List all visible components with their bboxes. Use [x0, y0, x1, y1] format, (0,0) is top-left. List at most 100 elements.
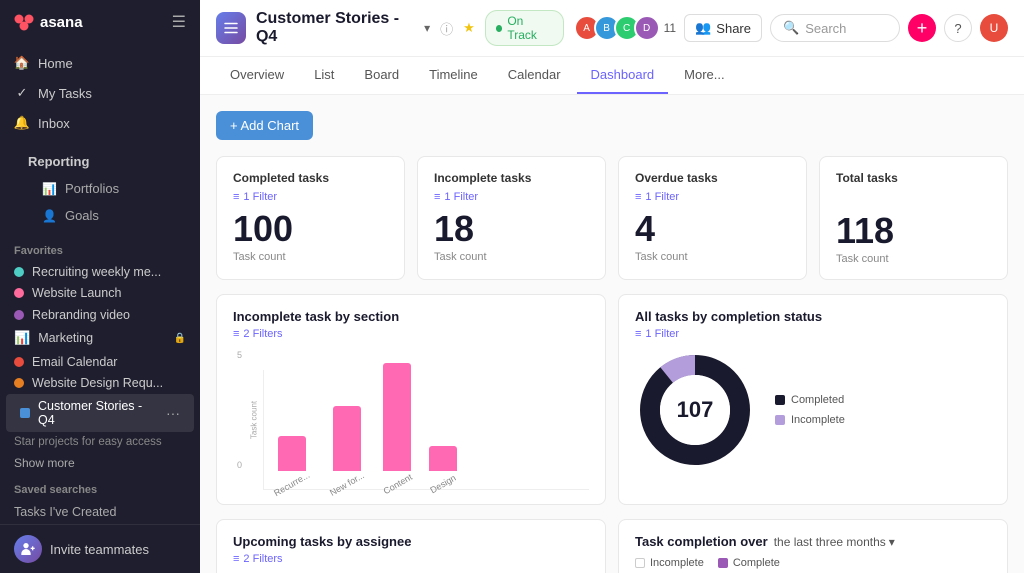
portfolios-icon: 📊	[42, 182, 57, 196]
bar-content-bar	[383, 363, 411, 471]
sidebar-item-website-launch[interactable]: Website Launch	[0, 282, 200, 303]
main-content: Customer Stories - Q4 ▾ ⓘ ★ On Track A B…	[200, 0, 1024, 573]
stat-incomplete-filter[interactable]: ≡ 1 Filter	[434, 191, 589, 203]
stat-incomplete-title: Incomplete tasks	[434, 171, 589, 185]
avatar-4: D	[634, 15, 660, 41]
bar-design-label: Design	[428, 473, 457, 496]
hamburger-project-icon	[222, 19, 240, 37]
y-axis-label: Task count	[250, 401, 259, 439]
add-chart-button[interactable]: + Add Chart	[216, 111, 313, 140]
dashboard-content: + Add Chart Completed tasks ≡ 1 Filter 1…	[200, 95, 1024, 573]
recruiting-dot	[14, 267, 24, 277]
add-chart-label: + Add Chart	[230, 118, 299, 133]
charts-row: Incomplete task by section ≡ 2 Filters 5…	[216, 294, 1008, 505]
stat-card-overdue: Overdue tasks ≡ 1 Filter 4 Task count	[618, 156, 807, 280]
sidebar-item-email-calendar[interactable]: Email Calendar	[0, 351, 200, 372]
avatars-group: A B C D 11	[574, 15, 676, 41]
sidebar-item-goals[interactable]: 👤 Goals	[14, 202, 186, 229]
stat-card-incomplete: Incomplete tasks ≡ 1 Filter 18 Task coun…	[417, 156, 606, 280]
search-input[interactable]: Search	[805, 21, 846, 36]
stat-overdue-title: Overdue tasks	[635, 171, 790, 185]
completion-legend: Incomplete Complete	[635, 557, 991, 569]
star-icon[interactable]: ★	[463, 20, 475, 36]
stats-row: Completed tasks ≡ 1 Filter 100 Task coun…	[216, 156, 1008, 280]
topbar-left: Customer Stories - Q4 ▾ ⓘ ★ On Track	[216, 10, 564, 46]
tab-overview[interactable]: Overview	[216, 57, 298, 94]
invite-label: Invite teammates	[50, 542, 149, 557]
tab-list[interactable]: List	[300, 57, 348, 94]
favorites-title: Favorites	[0, 235, 200, 261]
bar-chart-filter[interactable]: ≡ 2 Filters	[233, 328, 589, 340]
project-icon	[216, 12, 246, 44]
sidebar-item-home[interactable]: 🏠 Home	[0, 48, 200, 78]
star-access-label: Star projects for easy access	[0, 432, 200, 452]
upcoming-filter[interactable]: ≡ 2 Filters	[233, 553, 589, 565]
comp-complete-dot	[718, 558, 728, 568]
website-launch-dot	[14, 288, 24, 298]
tab-calendar[interactable]: Calendar	[494, 57, 575, 94]
reporting-label[interactable]: Reporting	[14, 148, 186, 175]
filter-icon-3: ≡	[635, 191, 641, 203]
legend-incomplete: Incomplete	[775, 414, 845, 426]
show-more-button[interactable]: Show more	[0, 452, 200, 474]
hamburger-icon[interactable]: ☰	[172, 12, 186, 32]
y-axis: 5 0	[237, 350, 242, 470]
more-dots-icon[interactable]: ···	[166, 405, 180, 421]
bar-recurre-bar	[278, 436, 306, 471]
stat-overdue-filter[interactable]: ≡ 1 Filter	[635, 191, 790, 203]
sidebar-item-recruiting[interactable]: Recruiting weekly me...	[0, 261, 200, 282]
avatars-count: 11	[664, 21, 676, 35]
bar-design-bar	[429, 446, 457, 471]
donut-chart-filter[interactable]: ≡ 1 Filter	[635, 328, 991, 340]
stat-completed-label: Task count	[233, 251, 388, 263]
logo-text: asana	[40, 14, 83, 31]
stat-completed-number: 100	[233, 211, 388, 247]
y-label-5: 5	[237, 350, 242, 360]
stat-card-completed: Completed tasks ≡ 1 Filter 100 Task coun…	[216, 156, 405, 280]
bar-content-label: Content	[381, 472, 413, 496]
share-icon: 👥	[695, 20, 711, 36]
info-icon[interactable]: ⓘ	[440, 19, 453, 38]
tab-board[interactable]: Board	[350, 57, 413, 94]
period-selector[interactable]: the last three months ▾	[774, 535, 895, 549]
donut-center-value: 107	[677, 397, 714, 423]
donut-chart: 107	[635, 350, 755, 470]
reporting-section: Reporting 📊 Portfolios 👤 Goals	[0, 142, 200, 235]
sidebar-item-marketing[interactable]: 📊 Marketing 🔒	[0, 325, 200, 351]
user-avatar[interactable]: U	[980, 14, 1008, 42]
saved-search-tasks-created[interactable]: Tasks I've Created	[0, 500, 200, 524]
help-button[interactable]: ?	[944, 14, 972, 42]
nav-tabs: Overview List Board Timeline Calendar Da…	[200, 57, 1024, 95]
invite-teammates-button[interactable]: Invite teammates	[0, 524, 200, 573]
completion-title: Task completion over	[635, 534, 768, 549]
tab-more[interactable]: More...	[670, 57, 738, 94]
stat-card-total: Total tasks 118 Task count	[819, 156, 1008, 280]
add-button[interactable]: +	[908, 14, 936, 42]
sidebar-item-rebranding[interactable]: Rebranding video	[0, 304, 200, 325]
sidebar-item-customer-stories[interactable]: Customer Stories - Q4 ···	[6, 394, 194, 432]
stat-incomplete-label: Task count	[434, 251, 589, 263]
rebranding-dot	[14, 310, 24, 320]
completion-card: Task completion over the last three mont…	[618, 519, 1008, 573]
tab-dashboard[interactable]: Dashboard	[577, 57, 669, 94]
goals-icon: 👤	[42, 209, 57, 223]
email-calendar-dot	[14, 357, 24, 367]
project-chevron-icon[interactable]: ▾	[424, 21, 430, 35]
sidebar-item-portfolios[interactable]: 📊 Portfolios	[14, 175, 186, 202]
marketing-bar-icon: 📊	[14, 330, 30, 346]
stat-completed-filter[interactable]: ≡ 1 Filter	[233, 191, 388, 203]
legend-completed-dot	[775, 395, 785, 405]
sidebar-item-inbox[interactable]: 🔔 Inbox	[0, 108, 200, 138]
bar-chart-bars: Recurre... New for... Content Desig	[263, 370, 589, 490]
stat-completed-title: Completed tasks	[233, 171, 388, 185]
sidebar-item-my-tasks[interactable]: ✓ My Tasks	[0, 78, 200, 108]
saved-searches-title: Saved searches	[0, 474, 200, 500]
customer-stories-dot	[20, 408, 30, 418]
invite-avatar	[14, 535, 42, 563]
tab-timeline[interactable]: Timeline	[415, 57, 492, 94]
sidebar-nav: 🏠 Home ✓ My Tasks 🔔 Inbox	[0, 44, 200, 142]
share-button[interactable]: 👥 Share	[684, 14, 762, 42]
sidebar-item-website-design[interactable]: Website Design Requ...	[0, 373, 200, 394]
search-box[interactable]: 🔍 Search	[770, 14, 900, 42]
share-label: Share	[716, 21, 751, 36]
